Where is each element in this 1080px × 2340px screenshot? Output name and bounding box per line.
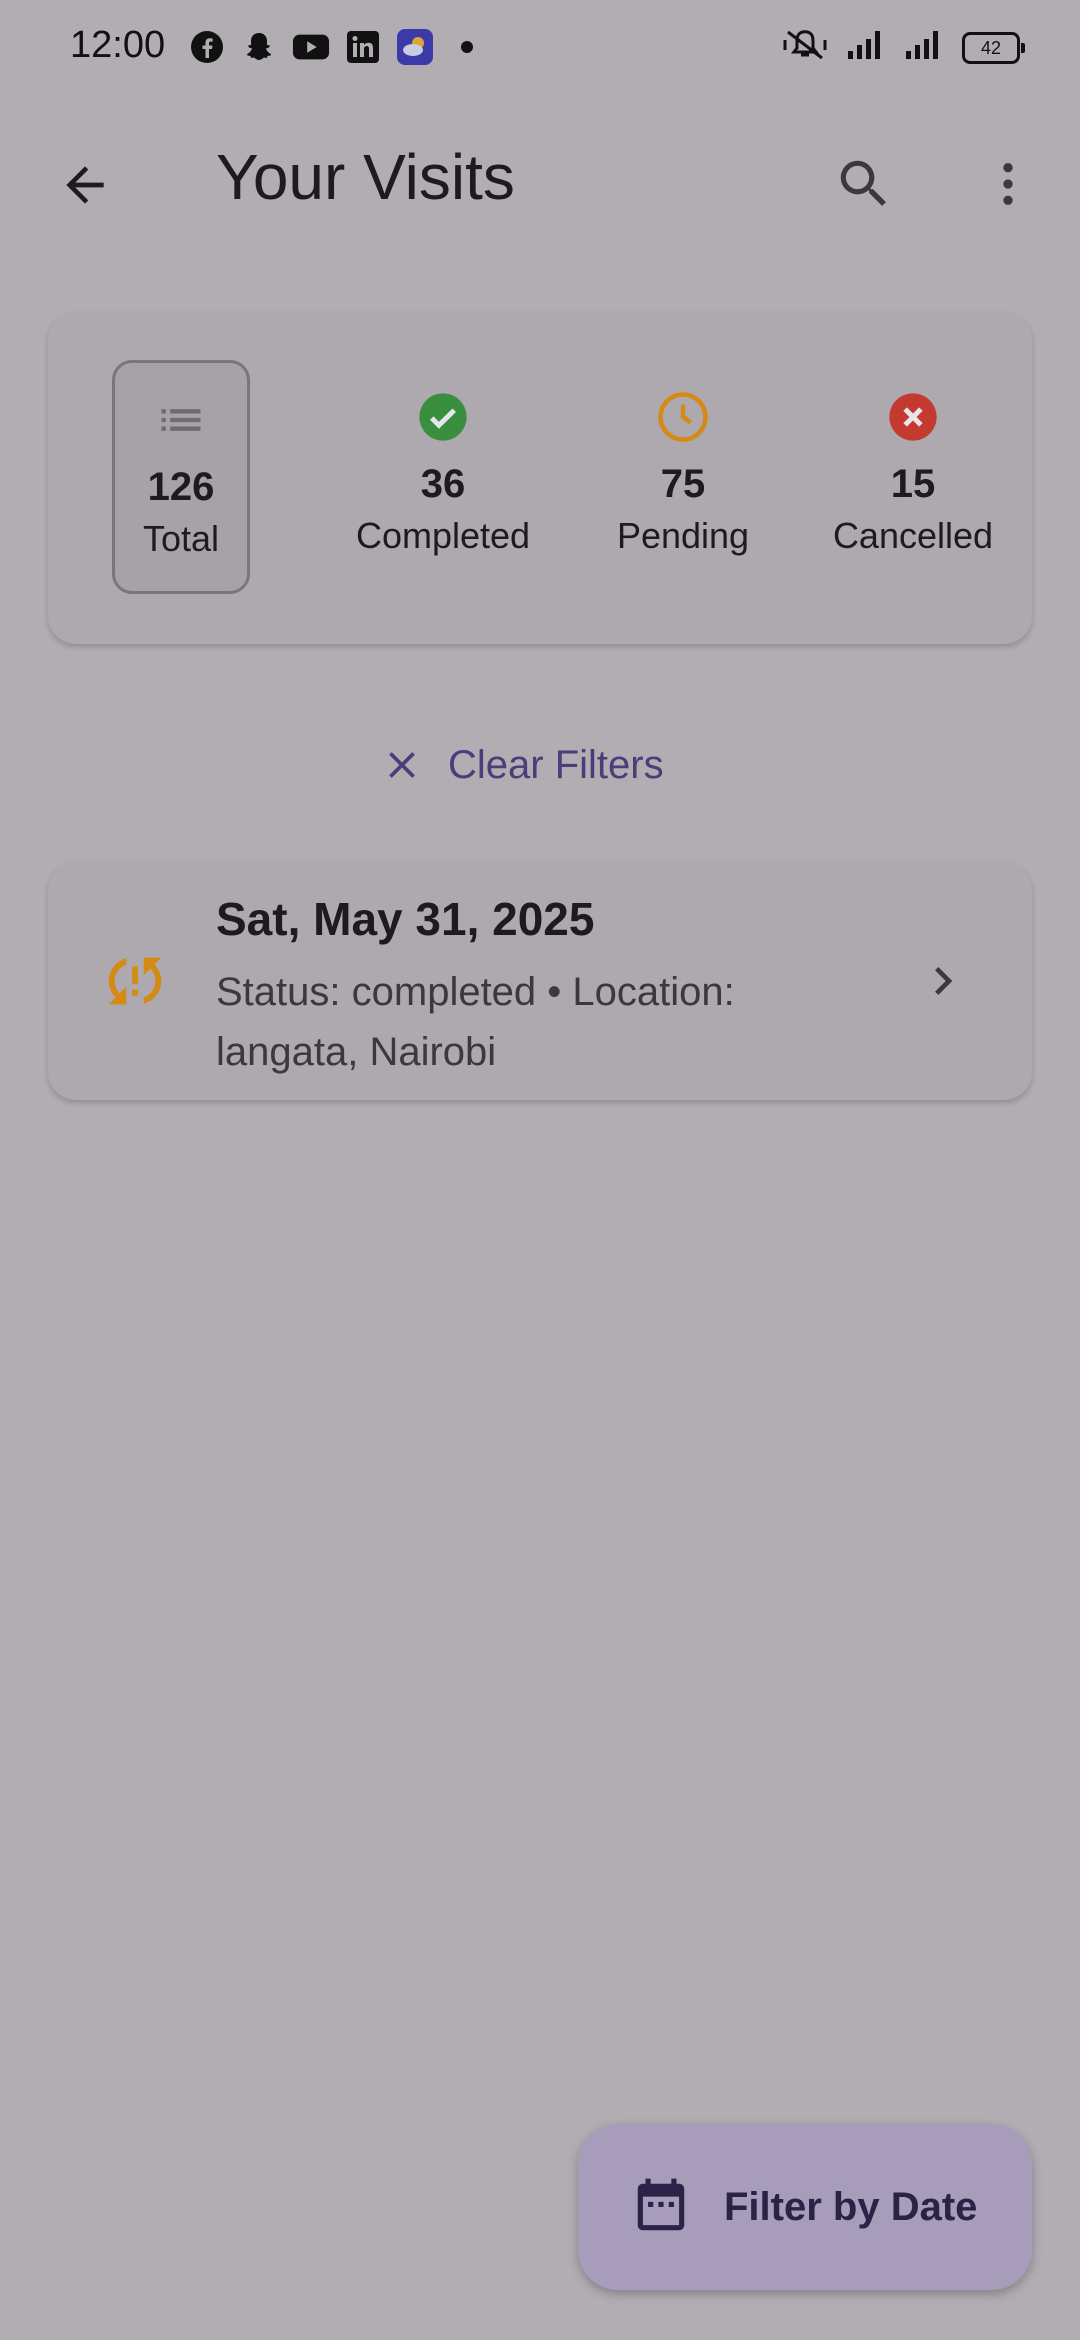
battery-icon: 42 [962,31,1025,64]
page-title: Your Visits [216,141,515,213]
youtube-icon [292,28,330,66]
vibrate-off-icon [782,28,828,67]
check-circle-icon [416,390,470,444]
stat-label: Cancelled [832,515,994,556]
more-options-button[interactable] [976,146,1040,222]
system-icons: 42 [782,28,1025,67]
list-icon [154,393,208,447]
stat-count: 15 [890,462,936,506]
back-button[interactable] [50,150,120,220]
chevron-right-icon [908,946,978,1016]
dot-icon [448,28,486,66]
linkedin-icon [344,28,382,66]
visit-date: Sat, May 31, 2025 [216,893,595,945]
facebook-icon [188,28,226,66]
sync-problem-icon [108,957,162,1005]
clock-icon [656,390,710,444]
filter-by-date-button[interactable]: Filter by Date [578,2124,1032,2290]
snapchat-icon [240,28,278,66]
more-vert-icon [1003,163,1013,205]
search-icon [840,160,886,206]
stat-label: Pending [616,515,750,556]
weather-app-icon [396,28,434,66]
stat-count: 126 [147,465,215,509]
clear-filters-label: Clear Filters [448,742,664,787]
notification-icons [188,28,486,66]
stat-completed[interactable]: 36 Completed [298,360,588,594]
stat-count: 36 [420,462,466,506]
visit-details: Status: completed • Location: langata, N… [216,970,735,1074]
visit-stats-card: 126 Total 36 Completed 75 Pending 15 Can… [48,312,1032,644]
signal-icon [904,29,944,66]
cancel-circle-icon [886,390,940,444]
fab-label: Filter by Date [724,2184,978,2229]
close-icon [389,752,415,778]
stat-cancelled[interactable]: 15 Cancelled [778,360,1048,594]
search-button[interactable] [826,146,902,222]
visit-list-item[interactable]: Sat, May 31, 2025 Status: completed • Lo… [48,862,1032,1100]
stat-total[interactable]: 126 Total [112,360,250,594]
signal-icon [846,29,886,66]
stat-label: Completed [355,515,531,556]
arrow-back-icon [66,166,104,204]
status-bar: 12:00 42 [0,0,1080,96]
status-time: 12:00 [70,24,166,66]
stat-count: 75 [660,462,706,506]
visits-screen: 12:00 42 Your Visits 126 Total 36 Comple… [0,0,1080,2340]
app-bar: Your Visits [0,110,1080,250]
clear-filters-button[interactable]: Clear Filters [380,730,664,800]
stat-label: Total [142,518,220,559]
calendar-icon [637,2178,685,2231]
